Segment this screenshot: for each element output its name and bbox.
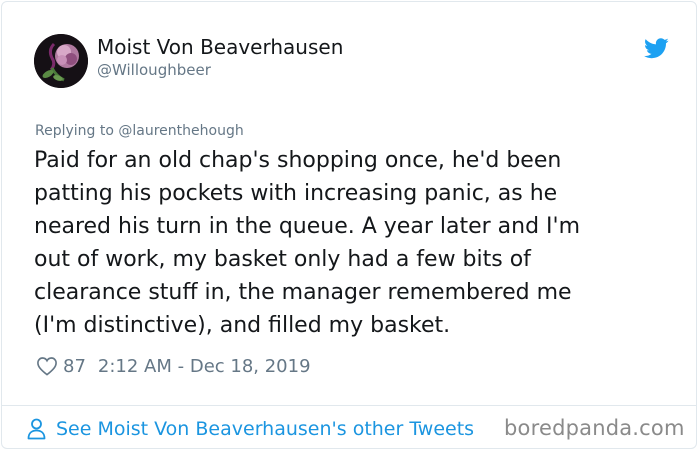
other-tweets-label: See Moist Von Beaverhausen's other Tweet… [56,418,475,440]
tweet-text-line: Paid for an old chap's shopping once, he… [34,148,562,173]
author-display-name[interactable]: Moist Von Beaverhausen [97,35,343,59]
reply-prefix: Replying to [35,123,119,139]
twitter-bird-icon[interactable] [644,38,669,59]
other-tweets-link[interactable]: See Moist Von Beaverhausen's other Tweet… [26,415,474,443]
tweet-meta: 87 2:12 AM - Dec 18, 2019 [36,353,311,379]
watermark: boredpanda.com [504,416,685,440]
avatar[interactable] [34,34,88,88]
reply-context: Replying to @laurenthehough [35,123,244,139]
tweet-text-line: (I'm distinctive), and filled my basket. [34,313,451,338]
reply-mention-link[interactable]: @laurenthehough [118,123,243,139]
tweet-card: Moist Von Beaverhausen @Willoughbeer Rep… [1,1,697,449]
like-count[interactable]: 87 [63,356,86,377]
footer-divider [2,405,696,406]
heart-icon[interactable] [36,356,58,376]
tweet-text: Paid for an old chap's shopping once, he… [34,144,674,342]
person-icon [27,418,46,440]
author-handle[interactable]: @Willoughbeer [97,61,211,79]
flower-avatar-icon [34,34,88,88]
tweet-text-line: patting his pockets with increasing pani… [34,181,558,206]
tweet-text-line: neared his turn in the queue. A year lat… [34,214,581,239]
tweet-timestamp[interactable]: 2:12 AM - Dec 18, 2019 [98,356,311,377]
tweet-text-line: out of work, my basket only had a few bi… [34,247,531,272]
tweet-text-line: clearance stuff in, the manager remember… [34,280,572,305]
